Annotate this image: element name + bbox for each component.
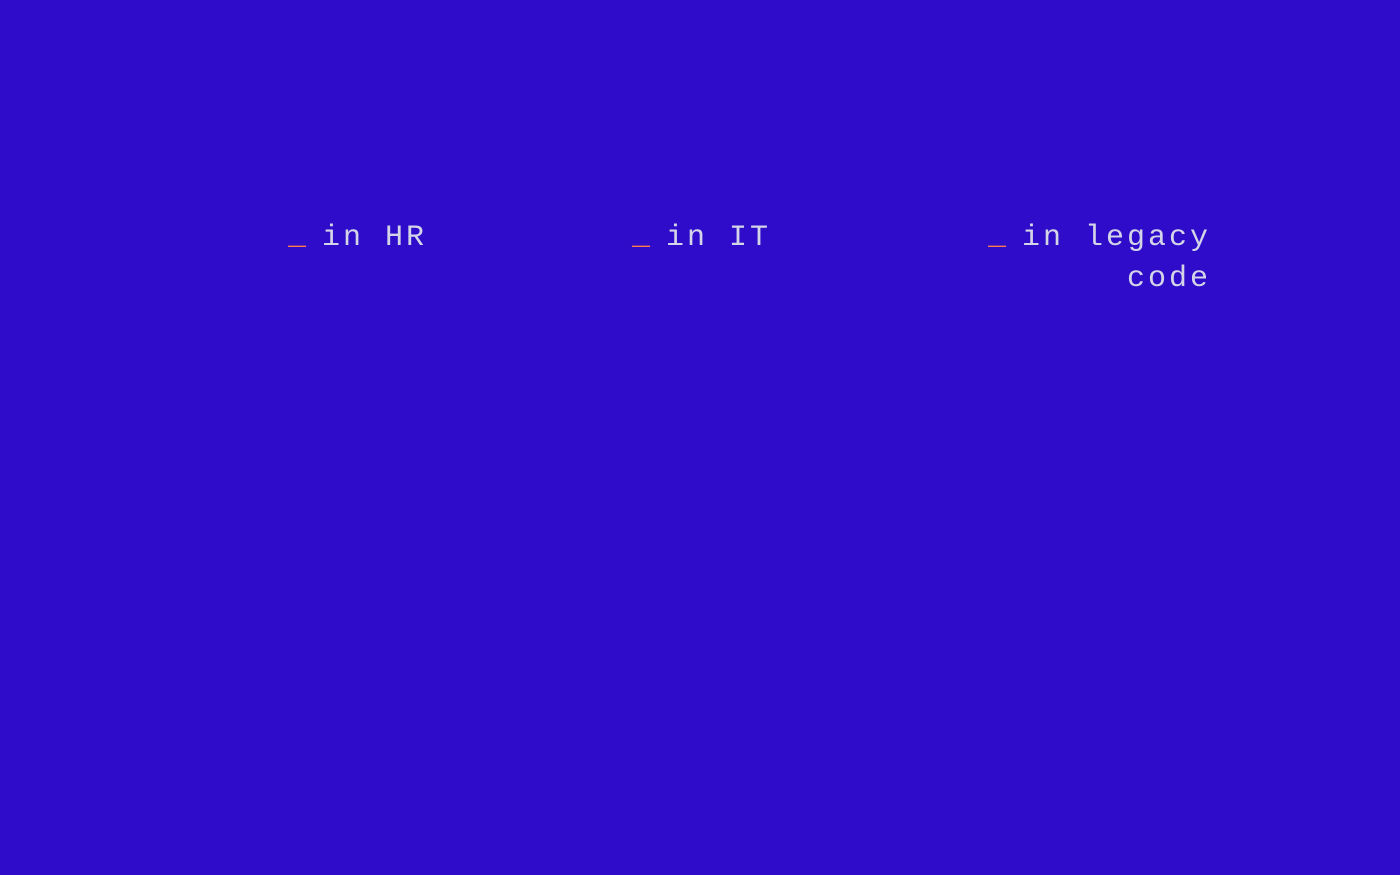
item-label: in HR (322, 218, 427, 259)
underscore-icon: _ (632, 218, 652, 252)
underscore-icon: _ (988, 218, 1008, 252)
list-item-legacy-code: _ in legacy code (988, 218, 1211, 299)
item-label: in legacy code (1022, 218, 1211, 299)
item-label: in IT (666, 218, 771, 259)
underscore-icon: _ (288, 218, 308, 252)
list-item-hr: _ in HR (288, 218, 427, 259)
list-item-it: _ in IT (632, 218, 771, 259)
